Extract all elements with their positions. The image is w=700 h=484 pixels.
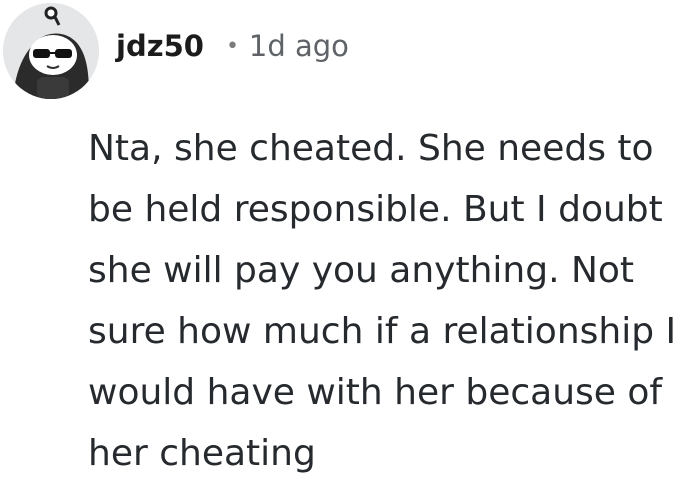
user-avatar[interactable] xyxy=(3,3,99,99)
comment-body: Nta, she cheated. She needs to be held r… xyxy=(88,128,677,474)
timestamp[interactable]: 1d ago xyxy=(249,29,349,63)
username-link[interactable]: jdz50 xyxy=(116,29,204,63)
comment-meta: jdz50 • 1d ago xyxy=(116,24,349,68)
snoo-sunglasses-avatar-icon xyxy=(3,3,99,99)
separator-dot: • xyxy=(225,33,239,59)
comment: jdz50 • 1d ago Nta, she cheated. She nee… xyxy=(0,0,700,481)
